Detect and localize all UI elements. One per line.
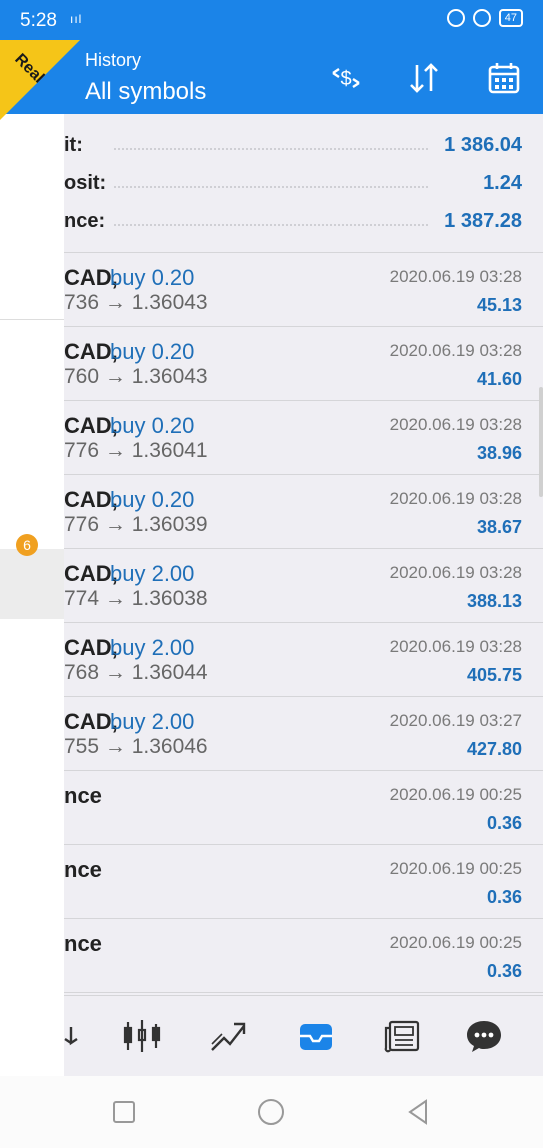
deal-time: 2020.06.19 03:28 [389,415,522,434]
bottom-nav [64,995,543,1077]
deal-symbol: nce [64,783,102,808]
recents-icon[interactable] [110,1098,138,1126]
deal-time: 2020.06.19 03:27 [389,711,522,730]
deal-profit: 388.13 [466,591,522,611]
deal-side: buy 2.00 [110,561,195,586]
header-subtitle: History [85,50,142,70]
deal-time: 2020.06.19 03:28 [389,637,522,656]
deal-side: buy 2.00 [110,709,195,734]
currency-exchange-icon[interactable]: $ [324,56,368,100]
list-item[interactable]: nce 2020.06.19 00:25 0.36 [64,919,543,993]
deal-time: 2020.06.19 03:28 [389,489,522,508]
trade-icon[interactable] [206,1014,250,1058]
deal-profit: 38.67 [476,517,522,537]
summary-row-deposit: osit: 1.24 [64,164,543,202]
status-time: 5:28 [20,10,57,31]
dotted-leader [114,224,428,226]
summary-value: 1 387.28 [444,210,522,232]
summary-row-balance: nce: 1 387.28 [64,202,543,240]
chart-candles-icon[interactable] [120,1014,164,1058]
deal-side: buy 2.00 [110,635,195,660]
news-icon[interactable] [380,1014,424,1058]
home-icon[interactable] [257,1098,285,1126]
deals-list: CAD, buy 0.20 736 → 1.36043 2020.06.19 0… [64,253,543,993]
summary-label: nce: [64,210,106,232]
deal-prices: 774 → 1.36038 [64,587,208,610]
scrollbar[interactable] [539,387,543,497]
signal-icon: ııl [70,12,83,26]
deal-profit: 41.60 [476,369,522,389]
drawer-selected-item[interactable] [0,549,64,619]
calendar-icon[interactable] [482,56,526,100]
drawer-divider [0,319,64,320]
deal-time: 2020.06.19 00:25 [389,785,522,804]
deal-side: buy 0.20 [110,339,195,364]
list-item[interactable]: CAD, buy 2.00 774 → 1.36038 2020.06.19 0… [64,549,543,623]
deal-profit: 0.36 [486,887,522,907]
app-header: History All symbols $ [0,42,543,114]
sort-icon[interactable] [402,56,446,100]
deal-symbol: nce [64,931,102,956]
deal-side: buy 0.20 [110,413,195,438]
deal-profit: 0.36 [486,813,522,833]
deal-prices: 755 → 1.36046 [64,735,208,758]
summary-label: it: [64,134,83,156]
deal-profit: 405.75 [466,665,522,685]
deal-time: 2020.06.19 03:28 [389,563,522,582]
svg-text:$: $ [340,68,351,90]
deal-time: 2020.06.19 03:28 [389,267,522,286]
summary-value: 1 386.04 [444,134,522,156]
battery-icon: 47 [498,9,523,27]
chat-icon[interactable] [462,1014,506,1058]
deal-time: 2020.06.19 03:28 [389,341,522,360]
system-nav-bar [0,1076,543,1148]
side-drawer[interactable]: 6 [0,114,64,1076]
status-bar: 5:28 ııl 47 [0,0,543,42]
list-item[interactable]: CAD, buy 0.20 776 → 1.36041 2020.06.19 0… [64,401,543,475]
deal-prices: 768 → 1.36044 [64,661,208,684]
list-item[interactable]: CAD, buy 0.20 760 → 1.36043 2020.06.19 0… [64,327,543,401]
deal-profit: 45.13 [476,295,522,315]
history-inbox-icon[interactable] [294,1014,338,1058]
deal-profit: 38.96 [476,443,522,463]
summary-panel: it: 1 386.04 osit: 1.24 nce: 1 387.28 [64,114,543,253]
summary-row-profit: it: 1 386.04 [64,126,543,164]
list-item[interactable]: nce 2020.06.19 00:25 0.36 [64,845,543,919]
list-item[interactable]: CAD, buy 0.20 776 → 1.36039 2020.06.19 0… [64,475,543,549]
deal-prices: 776 → 1.36041 [64,439,208,462]
deal-profit: 427.80 [466,739,522,759]
summary-label: osit: [64,172,107,194]
notification-badge: 6 [16,534,38,556]
deal-side: buy 0.20 [110,487,195,512]
back-icon[interactable] [405,1098,433,1126]
dotted-leader [114,148,428,150]
deal-side: buy 0.20 [110,265,195,290]
deal-time: 2020.06.19 00:25 [389,933,522,952]
list-item[interactable]: CAD, buy 0.20 736 → 1.36043 2020.06.19 0… [64,253,543,327]
summary-value: 1.24 [483,172,522,194]
deal-symbol: nce [64,857,102,882]
deal-profit: 0.36 [486,961,522,981]
shield-icon [446,9,465,27]
deal-time: 2020.06.19 00:25 [389,859,522,878]
deal-prices: 760 → 1.36043 [64,365,208,388]
account-type-tag: Real [0,40,80,120]
list-item[interactable]: nce 2020.06.19 00:25 0.36 [64,771,543,845]
list-item[interactable]: CAD, buy 2.00 755 → 1.36046 2020.06.19 0… [64,697,543,771]
header-title[interactable]: All symbols [85,78,206,106]
dotted-leader [114,186,428,188]
deal-prices: 736 → 1.36043 [64,291,208,314]
list-item[interactable]: CAD, buy 2.00 768 → 1.36044 2020.06.19 0… [64,623,543,697]
lock-icon [472,9,491,27]
deal-prices: 776 → 1.36039 [64,513,208,536]
